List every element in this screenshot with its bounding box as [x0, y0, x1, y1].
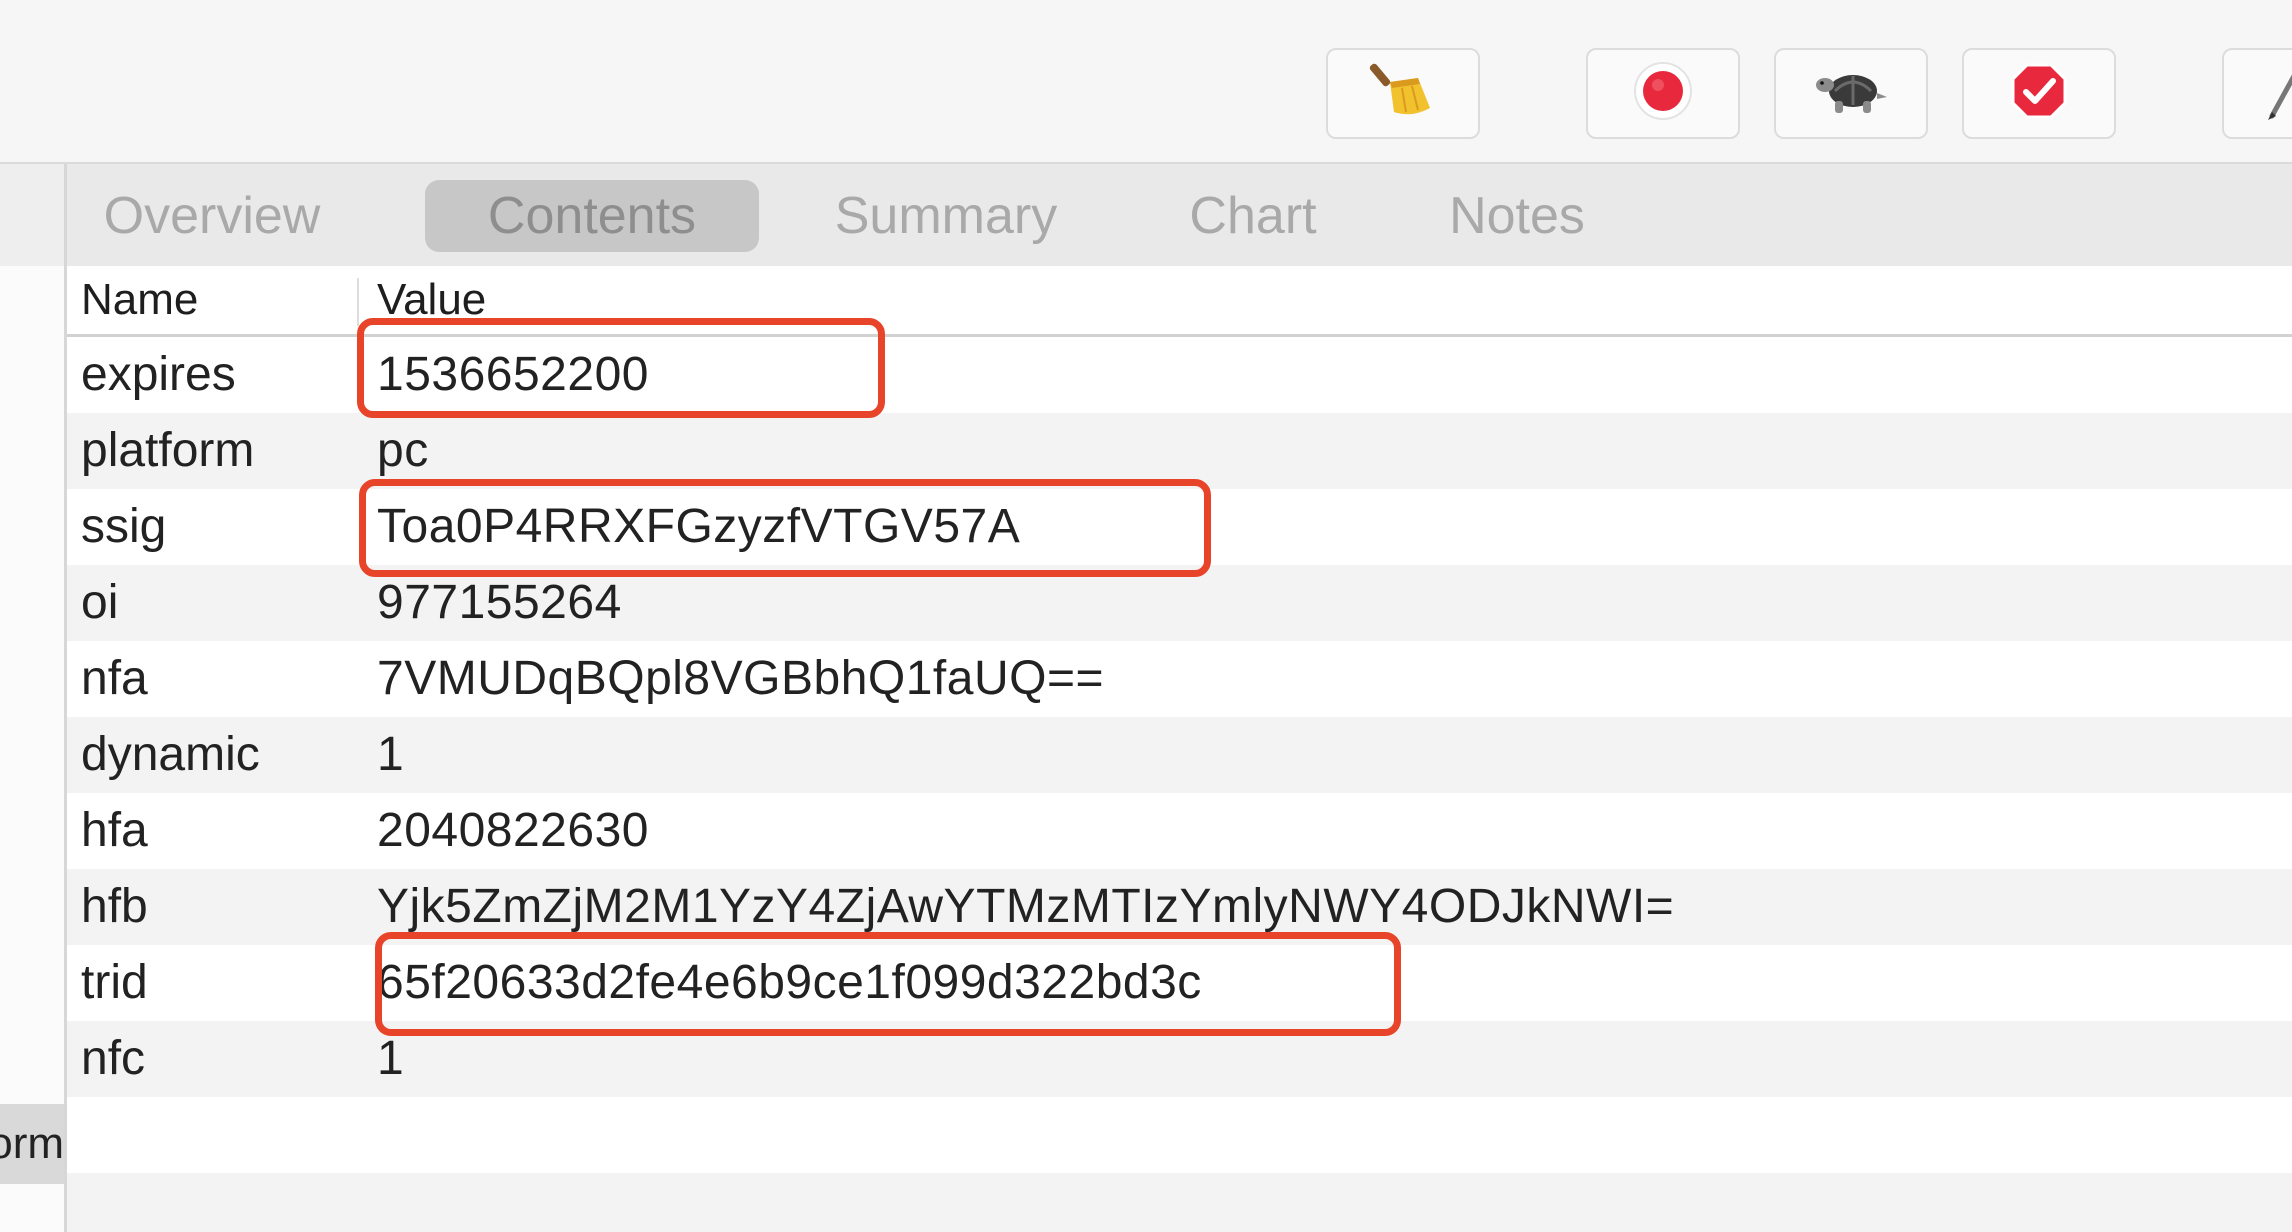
row-name: nfa: [81, 652, 148, 705]
column-separator[interactable]: [357, 278, 359, 326]
tab-chart[interactable]: Chart: [1165, 180, 1341, 252]
compose-button[interactable]: [2222, 48, 2292, 139]
row-value: 2040822630: [377, 804, 649, 857]
highlight-box-ssig: [359, 479, 1211, 577]
row-name: expires: [81, 348, 236, 401]
row-name: oi: [81, 576, 119, 629]
row-name: hfb: [81, 880, 148, 933]
throttle-button[interactable]: [1774, 48, 1928, 139]
tab-overview[interactable]: Overview: [97, 180, 327, 252]
table-row[interactable]: dynamic 1: [67, 717, 2292, 793]
table-row[interactable]: nfa 7VMUDqBQpl8VGBbhQ1faUQ==: [67, 641, 2292, 717]
turtle-icon: [1813, 63, 1889, 124]
highlight-box-expires: [357, 318, 885, 418]
record-icon: [1631, 59, 1695, 128]
breakpoint-check-icon: [2009, 61, 2069, 126]
table-row-empty: [67, 1097, 2292, 1173]
sidebar-clipped-label[interactable]: orm: [0, 1104, 64, 1184]
breakpoints-button[interactable]: [1962, 48, 2116, 139]
sidebar-header: [0, 164, 64, 266]
row-name: ssig: [81, 500, 167, 553]
table-row[interactable]: hfa 2040822630: [67, 793, 2292, 869]
broom-icon: [1368, 56, 1438, 131]
clear-button[interactable]: [1326, 48, 1480, 139]
row-value: 1: [377, 728, 405, 781]
row-name: hfa: [81, 804, 148, 857]
row-value: 7VMUDqBQpl8VGBbhQ1faUQ==: [377, 652, 1105, 705]
table-row-empty: [67, 1173, 2292, 1232]
table-row[interactable]: platform pc: [67, 413, 2292, 489]
toolbar: [0, 0, 2292, 162]
record-button[interactable]: [1586, 48, 1740, 139]
tab-bar: Overview Contents Summary Chart Notes: [67, 164, 2292, 266]
sidebar: [0, 164, 64, 1232]
contents-table: Name Value expires 1536652200 platform p…: [67, 266, 2292, 1232]
row-name: nfc: [81, 1032, 146, 1085]
row-name: platform: [81, 424, 255, 477]
row-name: dynamic: [81, 728, 260, 781]
tab-notes[interactable]: Notes: [1419, 180, 1615, 252]
highlight-box-trid: [375, 932, 1401, 1036]
column-header-name[interactable]: Name: [81, 266, 198, 334]
tab-contents[interactable]: Contents: [425, 180, 759, 252]
row-value: pc: [377, 424, 429, 477]
tab-summary[interactable]: Summary: [821, 180, 1071, 252]
sidebar-clipped-text: orm: [0, 1119, 64, 1168]
pen-icon: [2264, 72, 2292, 127]
row-name: trid: [81, 956, 148, 1009]
